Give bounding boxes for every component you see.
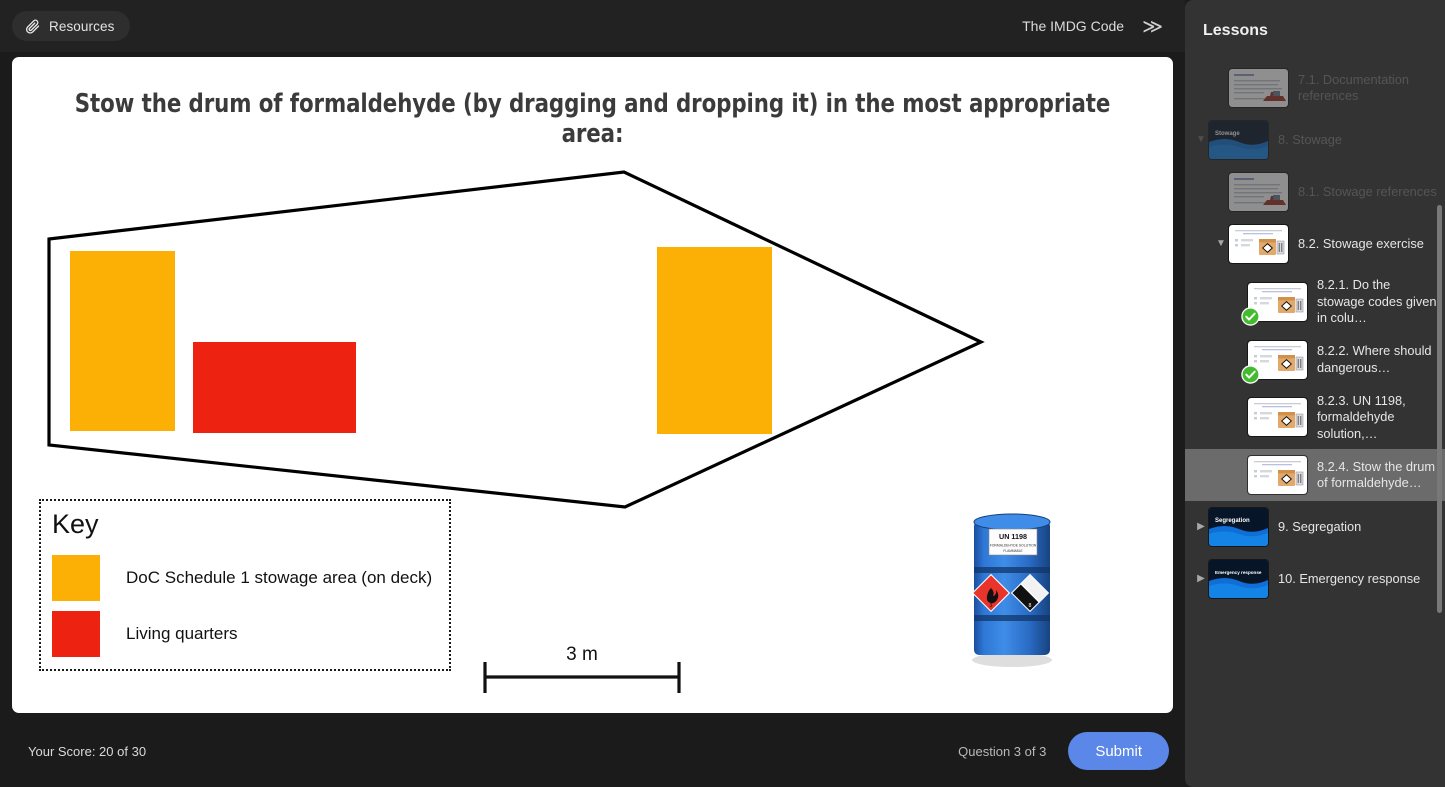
lesson-thumbnail (1229, 173, 1288, 211)
key-swatch-living-quarters (52, 611, 100, 657)
thumb-exercise-slide (1229, 225, 1288, 263)
lesson-item-3[interactable]: 8.1. Stowage references (1185, 166, 1445, 218)
thumb-exercise-slide (1248, 456, 1307, 494)
footer-right: Question 3 of 3 Submit (958, 732, 1169, 770)
drum-un-label: UN 1198 FORMALDEHYDE SOLUTION FLAMMABLE (988, 528, 1038, 556)
chevron-right-icon[interactable]: ▶ (1193, 522, 1209, 532)
key-swatch-stowage (52, 555, 100, 601)
lesson-item-label: 8.2.3. UN 1198, formaldehyde solution,… (1317, 392, 1406, 441)
caret-spacer (1232, 297, 1248, 307)
lesson-item-label: 8.2.2. Where should dangerous… (1317, 343, 1432, 375)
player-footer: Your Score: 20 of 30 Question 3 of 3 Sub… (0, 715, 1185, 787)
lessons-header: Lessons (1185, 0, 1445, 62)
lesson-thumbnail (1229, 225, 1288, 263)
paperclip-icon (24, 18, 41, 35)
thumb-document-slide (1229, 173, 1288, 211)
lesson-item-6[interactable]: 8.2.2. Where should dangerous… (1185, 334, 1445, 386)
thumb-section-title: Stowage (1209, 121, 1268, 159)
lesson-item-4[interactable]: ▼ 8.2. Stowage exercise (1185, 218, 1445, 270)
lesson-item-label: 9. Segregation (1278, 518, 1362, 534)
question-counter: Question 3 of 3 (958, 743, 1047, 759)
course-title: The IMDG Code (1022, 18, 1125, 34)
svg-text:3: 3 (990, 603, 993, 609)
ship-hull-polygon (47, 170, 985, 509)
lesson-item-label: 8.2. Stowage exercise (1298, 235, 1424, 251)
stowage-area-forward[interactable] (657, 247, 772, 434)
lesson-item-label: 8. Stowage (1278, 131, 1343, 147)
stowage-area-aft[interactable] (70, 251, 175, 431)
lesson-thumbnail (1248, 456, 1307, 494)
chevron-right-icon[interactable]: ▶ (1193, 574, 1209, 584)
chevron-down-icon[interactable]: ▼ (1213, 239, 1229, 249)
lesson-thumbnail (1248, 398, 1307, 437)
lesson-thumbnail: Stowage (1209, 121, 1268, 159)
slide-stage: Stow the drum of formaldehyde (by draggi… (0, 52, 1185, 715)
caret-spacer (1213, 83, 1229, 93)
drum-top (973, 513, 1051, 531)
drum-hoop-upper (974, 567, 1050, 573)
svg-text:Stowage: Stowage (1215, 131, 1240, 137)
top-bar-right: The IMDG Code ≫ (1022, 16, 1171, 36)
formaldehyde-drum[interactable]: UN 1198 FORMALDEHYDE SOLUTION FLAMMABLE … (962, 503, 1062, 673)
caret-spacer (1232, 412, 1248, 422)
key-legend-box: Key DoC Schedule 1 stowage area (on deck… (39, 499, 451, 671)
key-title: Key (52, 509, 99, 539)
svg-text:FLAMMABLE: FLAMMABLE (1003, 549, 1022, 553)
slide-canvas: Stow the drum of formaldehyde (by draggi… (12, 57, 1173, 713)
lesson-item-1[interactable]: 7.1. Documentation references (1185, 62, 1445, 114)
chevron-double-right-icon[interactable]: ≫ (1142, 16, 1165, 36)
lessons-panel: Lessons 7.1. Documentation references ▼ S… (1185, 0, 1445, 787)
living-quarters[interactable] (193, 342, 356, 433)
lesson-item-label: 7.1. Documentation references (1298, 71, 1409, 104)
lesson-item-label: 8.2.1. Do the stowage codes given in col… (1317, 277, 1437, 325)
lessons-title: Lessons (1203, 22, 1268, 39)
player-column: Resources The IMDG Code ≫ Stow the drum … (0, 0, 1185, 787)
thumb-exercise-slide (1248, 398, 1307, 437)
caret-spacer (1213, 187, 1229, 197)
caret-spacer (1232, 355, 1248, 365)
drum-shadow (972, 653, 1052, 667)
lesson-thumbnail (1241, 282, 1307, 326)
lesson-item-10[interactable]: ▶ Emergency response 10. Emergency respo… (1185, 553, 1445, 605)
lesson-item-label: 10. Emergency response (1278, 570, 1421, 586)
completed-check-icon (1241, 364, 1260, 384)
svg-text:Emergency response: Emergency response (1215, 570, 1262, 575)
lesson-thumbnail (1241, 340, 1307, 384)
thumb-document-slide (1229, 69, 1288, 107)
submit-button[interactable]: Submit (1068, 732, 1169, 770)
lesson-item-label: 8.2.4. Stow the drum of formaldehyde… (1317, 458, 1436, 491)
lesson-list-scrollbar[interactable] (1437, 205, 1442, 613)
top-bar: Resources The IMDG Code ≫ (0, 0, 1185, 52)
svg-text:UN 1198: UN 1198 (999, 532, 1027, 541)
lesson-item-7[interactable]: 8.2.3. UN 1198, formaldehyde solution,… (1185, 386, 1445, 450)
key-item-living-quarters: Living quarters (52, 611, 238, 657)
key-label-stowage: DoC Schedule 1 stowage area (on deck) (126, 568, 433, 587)
key-label-living-quarters: Living quarters (126, 624, 238, 643)
completed-check-icon (1241, 307, 1260, 326)
caret-spacer (1232, 470, 1248, 480)
corrosive-class-number: 8 (1029, 603, 1032, 609)
lesson-item-8[interactable]: 8.2.4. Stow the drum of formaldehyde… (1185, 449, 1445, 501)
lesson-item-5[interactable]: 8.2.1. Do the stowage codes given in col… (1185, 270, 1445, 334)
course-player: Resources The IMDG Code ≫ Stow the drum … (0, 0, 1445, 787)
score-text: Your Score: 20 of 30 (28, 743, 147, 759)
scale-bar (483, 662, 681, 693)
thumb-section-title: Segregation (1209, 508, 1268, 546)
lesson-thumbnail (1229, 69, 1288, 107)
lesson-item-9[interactable]: ▶ Segregation 9. Segregation (1185, 501, 1445, 553)
resources-button-label: Resources (49, 18, 115, 34)
lesson-list[interactable]: 7.1. Documentation references ▼ Stowage 8… (1185, 62, 1445, 787)
chevron-down-icon[interactable]: ▼ (1193, 135, 1209, 145)
lesson-thumbnail: Emergency response (1209, 560, 1268, 598)
lesson-thumbnail: Segregation (1209, 508, 1268, 546)
scale-bar-label: 3 m (566, 644, 598, 665)
drum-hoop-lower (974, 615, 1050, 621)
resources-button[interactable]: Resources (12, 11, 131, 41)
lesson-item-2[interactable]: ▼ Stowage 8. Stowage (1185, 114, 1445, 166)
svg-text:Segregation: Segregation (1215, 518, 1250, 524)
key-item-stowage: DoC Schedule 1 stowage area (on deck) (52, 555, 432, 601)
thumb-section-title: Emergency response (1209, 560, 1268, 598)
svg-text:FORMALDEHYDE SOLUTION: FORMALDEHYDE SOLUTION (990, 544, 1037, 548)
lesson-item-label: 8.1. Stowage references (1298, 183, 1437, 199)
